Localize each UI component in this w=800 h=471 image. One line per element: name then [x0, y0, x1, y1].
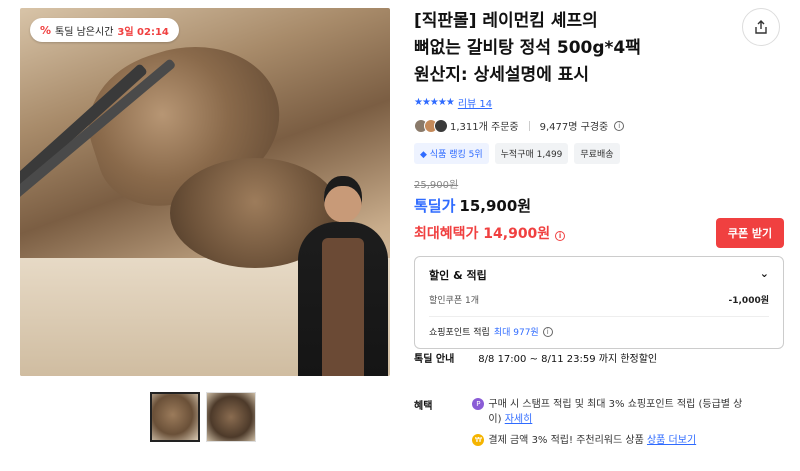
deal-label: 톡딜 안내 [414, 354, 455, 365]
tag-ranking[interactable]: ◆ 식품 랭킹 5위 [414, 143, 489, 164]
buyers-row: 1,311개 주문중 9,477명 구경중 i [414, 118, 784, 133]
deal-text: 8/8 17:00 ~ 8/11 23:59 까지 한정할인 [478, 354, 658, 365]
chevron-down-icon[interactable]: ⌄ [760, 267, 769, 283]
divider [429, 316, 769, 317]
perks-section: 혜택 P 구매 시 스탬프 적립 및 최대 3% 쇼핑포인트 적립 (등급별 상… [414, 397, 752, 454]
discount-box: 할인 & 적립 ⌄ 할인쿠폰 1개 -1,000원 쇼핑포인트 적립 최대 97… [414, 256, 784, 349]
points-label: 쇼핑포인트 적립 [429, 328, 490, 338]
thumbnail-list [150, 392, 256, 442]
more-products-link[interactable]: 상품 더보기 [647, 435, 696, 446]
coupon-label: 할인쿠폰 1개 [429, 296, 479, 306]
info-icon[interactable]: i [614, 120, 625, 131]
chef-head [324, 176, 362, 222]
info-icon[interactable]: i [555, 231, 566, 241]
watching-count: 9,477명 구경중 [539, 122, 609, 133]
buyer-avatars [414, 118, 448, 133]
deal-info: 톡딜 안내 8/8 17:00 ~ 8/11 23:59 까지 한정할인 [414, 350, 657, 365]
title-line-3: 원산지: 상세설명에 표시 [414, 65, 590, 85]
details-link[interactable]: 자세히 [505, 414, 533, 425]
share-button[interactable] [742, 8, 780, 46]
title-line-1: [직판몰] 레이먼킴 셰프의 [414, 11, 598, 31]
coupon-button[interactable]: 쿠폰 받기 [716, 218, 784, 248]
max-benefit-price: 최대혜택가 14,900원 i [414, 223, 566, 243]
share-icon [755, 20, 767, 34]
rating-stars: ★★★★★ [414, 97, 455, 108]
info-icon[interactable]: i [542, 326, 553, 337]
points-row: 쇼핑포인트 적립 최대 977원 i [429, 325, 769, 338]
tag-free-shipping: 무료배송 [574, 143, 620, 164]
coupon-row: 할인쿠폰 1개 -1,000원 [429, 293, 769, 306]
discount-box-title: 할인 & 적립 [429, 269, 487, 282]
tag-list: ◆ 식품 랭킹 5위 누적구매 1,499 무료배송 [414, 143, 784, 164]
discount-box-header[interactable]: 할인 & 적립 ⌄ [429, 267, 769, 283]
perk-item: P 구매 시 스탬프 적립 및 최대 3% 쇼핑포인트 적립 (등급별 상이) … [472, 397, 752, 427]
product-title: [직판몰] 레이먼킴 셰프의 뼈없는 갈비탕 정석 500g*4팩 원산지: 상… [414, 8, 734, 89]
benefit-row: 최대혜택가 14,900원 i 쿠폰 받기 [414, 218, 784, 248]
divider [528, 120, 530, 131]
rating-row: ★★★★★ 리뷰 14 [414, 95, 784, 110]
product-info: [직판몰] 레이먼킴 셰프의 뼈없는 갈비탕 정석 500g*4팩 원산지: 상… [414, 8, 784, 349]
original-price: 25,900원 [414, 180, 459, 191]
thumbnail-1[interactable] [150, 392, 200, 442]
points-value: 최대 977원 [493, 328, 539, 338]
orders-count: 1,311개 주문중 [450, 122, 519, 133]
percent-icon: % [40, 23, 52, 37]
timer-label: 톡딜 남은시간 [55, 26, 114, 38]
image-chef [298, 168, 388, 376]
perk-item: ₩ 결제 금액 3% 적립! 주천리워드 상품 상품 더보기 [472, 433, 752, 448]
tag-cumulative: 누적구매 1,499 [494, 143, 569, 164]
point-coin-icon: P [472, 398, 485, 410]
timer-value: 3일 02:14 [117, 26, 169, 38]
thumbnail-2[interactable] [206, 392, 256, 442]
price-value: 15,900원 [459, 197, 532, 215]
perks-label: 혜택 [414, 401, 433, 412]
deal-timer-badge: % 톡딜 남은시간 3일 02:14 [30, 18, 179, 42]
reward-coin-icon: ₩ [472, 434, 485, 446]
avatar [434, 118, 448, 133]
price-row: 톡딜가 15,900원 [414, 195, 784, 216]
coupon-value: -1,000원 [728, 296, 769, 306]
chef-apron [322, 238, 364, 376]
title-line-2: 뼈없는 갈비탕 정석 500g*4팩 [414, 38, 641, 58]
product-main-image [20, 8, 390, 376]
review-link[interactable]: 리뷰 14 [458, 95, 492, 110]
price-label: 톡딜가 [414, 197, 456, 215]
